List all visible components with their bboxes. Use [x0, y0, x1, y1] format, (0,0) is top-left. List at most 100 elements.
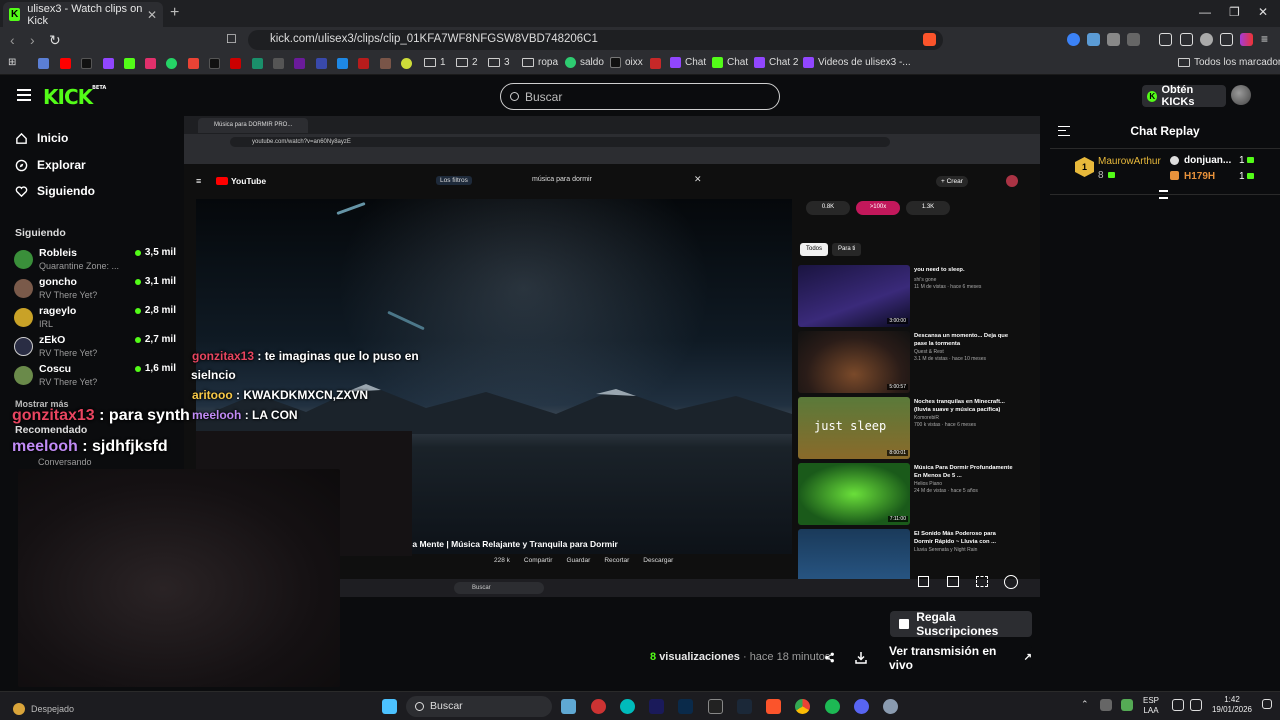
bookmark-favicon-icon[interactable] — [337, 58, 348, 69]
bookmark-favicon-icon[interactable] — [650, 58, 661, 69]
kick-logo[interactable]: KICKBETA — [43, 85, 106, 109]
bookmark-favicon-icon[interactable] — [401, 58, 412, 69]
volume-icon[interactable] — [1190, 699, 1202, 711]
bookmark-chat-3[interactable]: Chat 2 — [754, 57, 798, 68]
close-tab-icon[interactable]: ✕ — [147, 8, 157, 22]
following-channel-rageylo[interactable]: rageylo IRL 2,8 mil — [14, 305, 176, 333]
watch-live-button[interactable]: Ver transmisión en vivo ↗ — [880, 644, 1032, 672]
bookmark-favicon-icon[interactable] — [316, 58, 327, 69]
settings-icon[interactable] — [1004, 575, 1018, 589]
bookmark-folder-3[interactable]: 3 — [488, 57, 510, 68]
discord-icon[interactable] — [854, 699, 869, 714]
sidebar-item-inicio[interactable]: Inicio — [15, 131, 68, 145]
gmail-bookmark-icon[interactable] — [188, 58, 199, 69]
premiere-icon[interactable] — [649, 699, 664, 714]
bookmark-chat-2[interactable]: Chat — [712, 57, 748, 68]
steam-icon[interactable] — [737, 699, 752, 714]
bookmark-favicon-icon[interactable] — [294, 58, 305, 69]
get-kicks-button[interactable]: K Obtén KICKs — [1142, 84, 1226, 108]
whatsapp-bookmark-icon[interactable] — [166, 58, 177, 69]
bookmark-folder-2[interactable]: 2 — [456, 57, 478, 68]
all-bookmarks[interactable]: Todos los marcadores — [1178, 57, 1280, 68]
user-avatar[interactable] — [1231, 85, 1251, 105]
following-channel-goncho[interactable]: goncho RV There Yet? 3,1 mil — [14, 276, 176, 304]
sidebar-icon[interactable] — [1159, 33, 1172, 46]
close-window-icon[interactable]: ✕ — [1258, 5, 1268, 19]
brave-shield-icon[interactable] — [923, 33, 936, 46]
taskbar-search[interactable]: Buscar — [406, 696, 552, 717]
bookmark-folder-ropa[interactable]: ropa — [522, 57, 558, 68]
following-channel-zeko[interactable]: zEkO RV There Yet? 2,7 mil — [14, 334, 176, 362]
menu-icon[interactable] — [17, 89, 31, 101]
bookmark-oixx[interactable]: oixx — [610, 57, 643, 68]
sidebar-item-siguiendo[interactable]: Siguiendo — [15, 184, 95, 198]
browser-tab-active[interactable]: K ulisex3 - Watch clips on Kick ✕ — [3, 2, 163, 27]
weather-widget[interactable]: Despejado — [13, 703, 74, 715]
photoshop-icon[interactable] — [678, 699, 693, 714]
minimize-icon[interactable]: — — [1199, 5, 1211, 19]
leaderboard-user[interactable]: donjuan... — [1184, 155, 1231, 166]
bookmark-favicon-icon[interactable] — [380, 58, 391, 69]
brave-icon[interactable] — [766, 699, 781, 714]
x-bookmark-icon[interactable] — [209, 58, 220, 69]
expand-leaderboard-icon[interactable] — [1159, 190, 1168, 199]
leaderboard-user[interactable]: MaurowArthur — [1098, 156, 1161, 167]
share-icon[interactable] — [824, 652, 835, 663]
extension-icon[interactable] — [1067, 33, 1080, 46]
language-indicator[interactable]: ESP LAA — [1143, 696, 1159, 716]
pip-icon[interactable] — [918, 576, 929, 587]
notifications-icon[interactable] — [1262, 699, 1272, 709]
network-icon[interactable] — [1172, 699, 1184, 711]
kick-bookmark-icon[interactable] — [124, 58, 135, 69]
mic-icon[interactable] — [1121, 699, 1133, 711]
bookmark-saldo[interactable]: saldo — [565, 57, 604, 68]
app-icon[interactable] — [591, 699, 606, 714]
twitch-bookmark-icon[interactable] — [103, 58, 114, 69]
windows-start-icon[interactable] — [382, 699, 397, 714]
search-input[interactable]: Buscar — [500, 83, 780, 110]
bookmark-videos[interactable]: Videos de ulisex3 -... — [803, 57, 911, 68]
following-channel-robleis[interactable]: Robleis Quarantine Zone: ... 3,5 mil — [14, 247, 176, 275]
tray-app-icon[interactable] — [1100, 699, 1112, 711]
menu-icon[interactable]: ≡ — [1261, 32, 1268, 46]
bookmark-folder-1[interactable]: 1 — [424, 57, 446, 68]
bookmark-favicon-icon[interactable] — [230, 58, 241, 69]
bookmark-favicon-icon[interactable] — [358, 58, 369, 69]
url-field[interactable]: kick.com/ulisex3/clips/clip_01KFA7WF8NFG… — [248, 30, 943, 50]
fullscreen-icon[interactable] — [976, 576, 988, 587]
reload-icon[interactable]: ↻ — [49, 32, 61, 49]
apps-icon[interactable]: ⊞ — [8, 57, 16, 68]
epic-games-icon[interactable] — [708, 699, 723, 714]
ccleaner-icon[interactable] — [620, 699, 635, 714]
wallet-icon[interactable] — [1180, 33, 1193, 46]
bookmark-favicon-icon[interactable] — [273, 58, 284, 69]
restore-icon[interactable]: ❐ — [1229, 5, 1240, 19]
leo-icon[interactable] — [1200, 33, 1213, 46]
settings-icon[interactable] — [883, 699, 898, 714]
leaderboard-user[interactable]: H179H — [1184, 171, 1215, 182]
bookmark-chat-1[interactable]: Chat — [670, 57, 706, 68]
sidebar-item-explorar[interactable]: Explorar — [15, 158, 86, 172]
translate-icon[interactable] — [1087, 33, 1100, 46]
theater-icon[interactable] — [947, 576, 959, 587]
youtube-bookmark-icon[interactable] — [60, 58, 71, 69]
tiktok-bookmark-icon[interactable] — [81, 58, 92, 69]
forward-icon[interactable]: › — [30, 32, 35, 48]
extension-icon[interactable] — [1127, 33, 1140, 46]
download-icon[interactable] — [855, 651, 867, 664]
new-tab-button[interactable]: + — [170, 4, 179, 22]
back-icon[interactable]: ‹ — [10, 32, 15, 48]
clock[interactable]: 1:42 19/01/2026 — [1207, 695, 1257, 715]
chrome-icon[interactable] — [795, 699, 810, 714]
desktop-icon[interactable] — [561, 699, 576, 714]
bookmark-favicon-icon[interactable] — [38, 58, 49, 69]
instagram-bookmark-icon[interactable] — [145, 58, 156, 69]
extensions-icon[interactable] — [1220, 33, 1233, 46]
bookmark-icon[interactable]: ☐ — [226, 32, 237, 46]
vpn-icon[interactable] — [1240, 33, 1253, 46]
spotify-icon[interactable] — [825, 699, 840, 714]
gift-subs-button[interactable]: Regala Suscripciones — [890, 610, 1032, 638]
bookmark-favicon-icon[interactable] — [252, 58, 263, 69]
tray-chevron-icon[interactable]: ⌃ — [1081, 699, 1089, 710]
extension-icon[interactable] — [1107, 33, 1120, 46]
